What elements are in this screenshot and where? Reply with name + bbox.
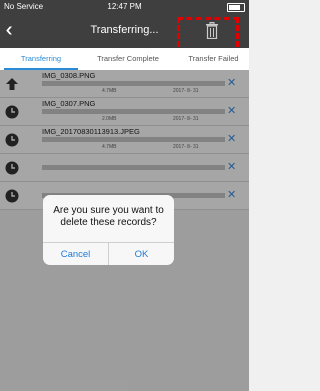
cancel-button[interactable]: Cancel: [43, 243, 108, 265]
tab-transferring[interactable]: Transferring: [4, 48, 78, 70]
dialog-message-line-1: Are you sure you want to: [53, 205, 164, 216]
delete-confirm-dialog: Are you sure you want to delete these re…: [43, 195, 174, 265]
tab-transfer-complete[interactable]: Transfer Complete: [86, 48, 170, 70]
tab-transfer-failed[interactable]: Transfer Failed: [178, 48, 249, 70]
ok-button[interactable]: OK: [109, 243, 174, 265]
dialog-message-line-2: delete these records?: [60, 217, 157, 228]
dialog-message: Are you sure you want to delete these re…: [43, 205, 174, 229]
tab-bar: Transferring Transfer Complete Transfer …: [0, 48, 249, 70]
app-screen: No Service 12:47 PM ‹‹ Transferring... T…: [0, 0, 249, 391]
clock: 12:47 PM: [107, 2, 142, 11]
dialog-actions: Cancel OK: [43, 242, 174, 265]
battery-icon: [227, 3, 245, 12]
status-bar: No Service 12:47 PM: [0, 0, 249, 14]
